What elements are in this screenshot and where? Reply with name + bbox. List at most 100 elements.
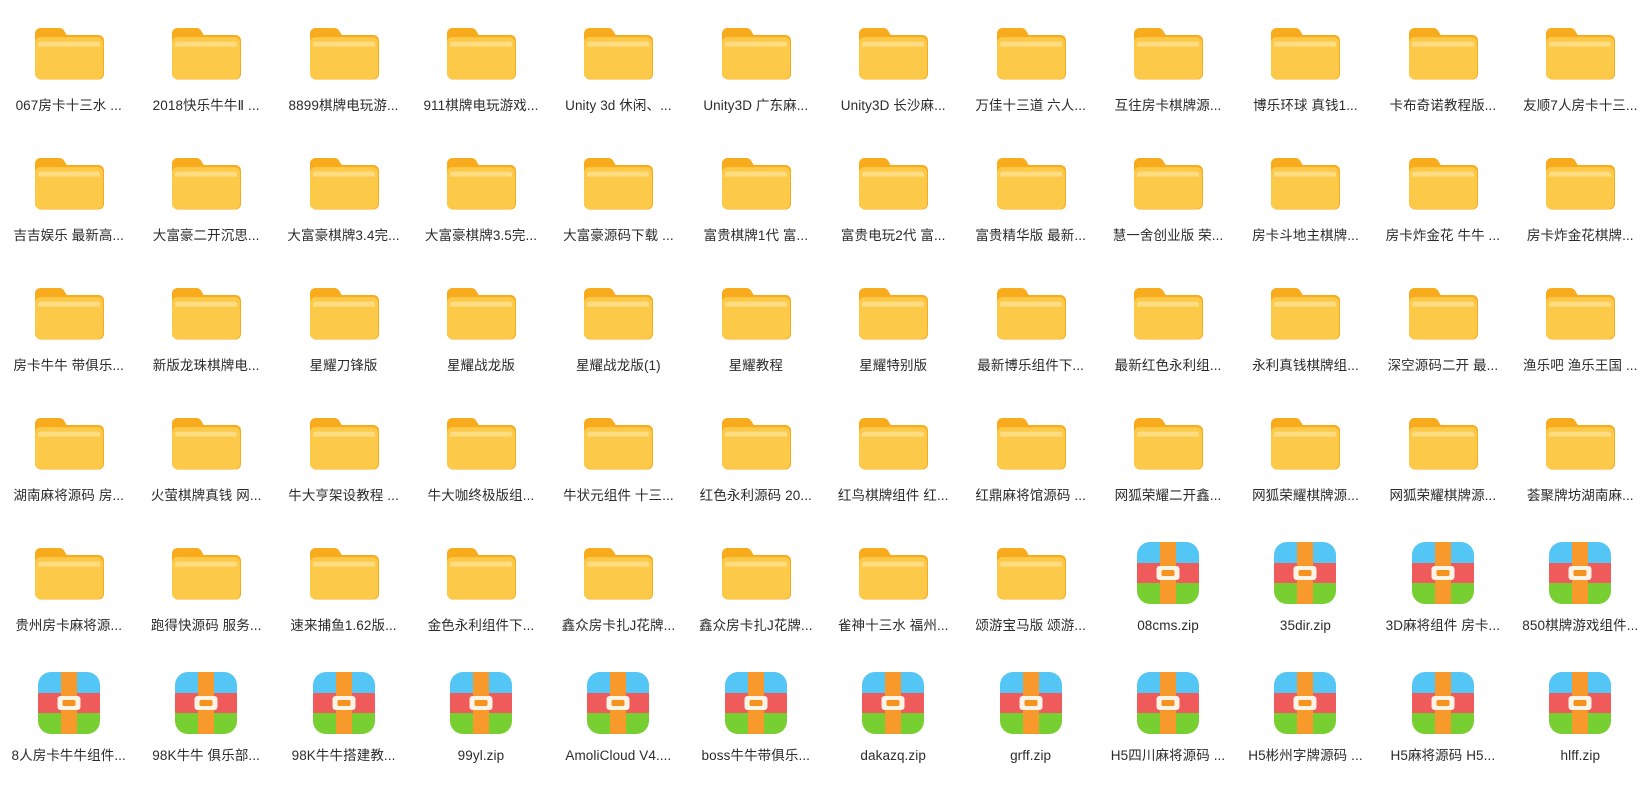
archive-item[interactable]: 850棋牌游戏组件... [1512, 528, 1649, 658]
folder-icon[interactable] [167, 410, 245, 476]
folder-item[interactable]: 房卡炸金花 牛牛 ... [1374, 138, 1511, 268]
zip-archive-icon[interactable] [1129, 670, 1207, 736]
folder-item[interactable]: 红鼎麻将馆源码 ... [962, 398, 1099, 528]
folder-item[interactable]: 富贵电玩2代 富... [825, 138, 962, 268]
folder-icon[interactable] [1541, 410, 1619, 476]
folder-item[interactable]: 牛大亨架设教程 ... [275, 398, 412, 528]
zip-archive-icon[interactable] [1129, 540, 1207, 606]
folder-item[interactable]: 最新红色永利组... [1099, 268, 1236, 398]
folder-item[interactable]: 牛状元组件 十三... [550, 398, 687, 528]
folder-icon[interactable] [1129, 410, 1207, 476]
folder-icon[interactable] [1266, 150, 1344, 216]
folder-icon[interactable] [992, 280, 1070, 346]
folder-icon[interactable] [1541, 20, 1619, 86]
folder-item[interactable]: 鑫众房卡扎J花牌... [550, 528, 687, 658]
folder-icon[interactable] [854, 150, 932, 216]
folder-icon[interactable] [717, 410, 795, 476]
folder-icon[interactable] [442, 280, 520, 346]
folder-icon[interactable] [1404, 410, 1482, 476]
folder-item[interactable]: Unity3D 广东麻... [687, 8, 824, 138]
archive-item[interactable]: 08cms.zip [1099, 528, 1236, 658]
folder-item[interactable]: 贵州房卡麻将源... [0, 528, 137, 658]
folder-item[interactable]: 荟聚牌坊湖南麻... [1512, 398, 1649, 528]
folder-icon[interactable] [854, 410, 932, 476]
folder-item[interactable]: 新版龙珠棋牌电... [137, 268, 274, 398]
folder-item[interactable]: 颂游宝马版 颂游... [962, 528, 1099, 658]
zip-archive-icon[interactable] [1404, 540, 1482, 606]
archive-item[interactable]: dakazq.zip [825, 658, 962, 788]
zip-archive-icon[interactable] [30, 670, 108, 736]
folder-item[interactable]: 火萤棋牌真钱 网... [137, 398, 274, 528]
folder-item[interactable]: 博乐环球 真钱1... [1237, 8, 1374, 138]
folder-item[interactable]: 友顺7人房卡十三... [1512, 8, 1649, 138]
folder-icon[interactable] [30, 150, 108, 216]
zip-archive-icon[interactable] [1541, 670, 1619, 736]
folder-item[interactable]: 红色永利源码 20... [687, 398, 824, 528]
folder-item[interactable]: 渔乐吧 渔乐王国 ... [1512, 268, 1649, 398]
archive-item[interactable]: 35dir.zip [1237, 528, 1374, 658]
archive-item[interactable]: H5麻将源码 H5... [1374, 658, 1511, 788]
folder-item[interactable]: 星耀特别版 [825, 268, 962, 398]
folder-icon[interactable] [1129, 280, 1207, 346]
folder-icon[interactable] [30, 540, 108, 606]
folder-icon[interactable] [167, 540, 245, 606]
folder-item[interactable]: 星耀战龙版 [412, 268, 549, 398]
folder-item[interactable]: 星耀教程 [687, 268, 824, 398]
folder-item[interactable]: 网狐荣耀二开鑫... [1099, 398, 1236, 528]
folder-item[interactable]: 房卡牛牛 带俱乐... [0, 268, 137, 398]
archive-item[interactable]: 3D麻将组件 房卡... [1374, 528, 1511, 658]
folder-item[interactable]: 万佳十三道 六人... [962, 8, 1099, 138]
folder-item[interactable]: 湖南麻将源码 房... [0, 398, 137, 528]
folder-icon[interactable] [442, 540, 520, 606]
folder-item[interactable]: 大富豪二开沉思... [137, 138, 274, 268]
folder-icon[interactable] [1404, 150, 1482, 216]
folder-icon[interactable] [305, 20, 383, 86]
folder-item[interactable]: 大富豪源码下载 ... [550, 138, 687, 268]
folder-icon[interactable] [305, 540, 383, 606]
folder-icon[interactable] [579, 150, 657, 216]
archive-item[interactable]: 98K牛牛 俱乐部... [137, 658, 274, 788]
folder-icon[interactable] [854, 280, 932, 346]
folder-item[interactable]: 067房卡十三水 ... [0, 8, 137, 138]
folder-icon[interactable] [579, 280, 657, 346]
zip-archive-icon[interactable] [579, 670, 657, 736]
folder-item[interactable]: 卡布奇诺教程版... [1374, 8, 1511, 138]
folder-icon[interactable] [1541, 280, 1619, 346]
folder-icon[interactable] [305, 280, 383, 346]
folder-icon[interactable] [442, 150, 520, 216]
archive-item[interactable]: 98K牛牛搭建教... [275, 658, 412, 788]
folder-icon[interactable] [579, 410, 657, 476]
zip-archive-icon[interactable] [305, 670, 383, 736]
archive-item[interactable]: H5四川麻将源码 ... [1099, 658, 1236, 788]
folder-item[interactable]: Unity3D 长沙麻... [825, 8, 962, 138]
folder-item[interactable]: 网狐荣耀棋牌源... [1374, 398, 1511, 528]
archive-item[interactable]: hlff.zip [1512, 658, 1649, 788]
folder-item[interactable]: 星耀战龙版(1) [550, 268, 687, 398]
folder-icon[interactable] [579, 20, 657, 86]
folder-icon[interactable] [1541, 150, 1619, 216]
folder-item[interactable]: 互往房卡棋牌源... [1099, 8, 1236, 138]
folder-icon[interactable] [717, 150, 795, 216]
folder-item[interactable]: 深空源码二开 最... [1374, 268, 1511, 398]
folder-icon[interactable] [992, 410, 1070, 476]
folder-icon[interactable] [854, 20, 932, 86]
folder-icon[interactable] [30, 410, 108, 476]
folder-icon[interactable] [442, 20, 520, 86]
archive-item[interactable]: boss牛牛带俱乐... [687, 658, 824, 788]
zip-archive-icon[interactable] [167, 670, 245, 736]
folder-icon[interactable] [717, 540, 795, 606]
folder-icon[interactable] [1404, 280, 1482, 346]
folder-item[interactable]: 星耀刀锋版 [275, 268, 412, 398]
archive-item[interactable]: grff.zip [962, 658, 1099, 788]
folder-item[interactable]: 富贵棋牌1代 富... [687, 138, 824, 268]
archive-item[interactable]: H5彬州字牌源码 ... [1237, 658, 1374, 788]
folder-icon[interactable] [717, 20, 795, 86]
folder-item[interactable]: 雀神十三水 福州... [825, 528, 962, 658]
archive-item[interactable]: 8人房卡牛牛组件... [0, 658, 137, 788]
folder-item[interactable]: Unity 3d 休闲、... [550, 8, 687, 138]
folder-item[interactable]: 房卡斗地主棋牌... [1237, 138, 1374, 268]
folder-icon[interactable] [992, 150, 1070, 216]
folder-item[interactable]: 红鸟棋牌组件 红... [825, 398, 962, 528]
folder-item[interactable]: 房卡炸金花棋牌... [1512, 138, 1649, 268]
zip-archive-icon[interactable] [1541, 540, 1619, 606]
